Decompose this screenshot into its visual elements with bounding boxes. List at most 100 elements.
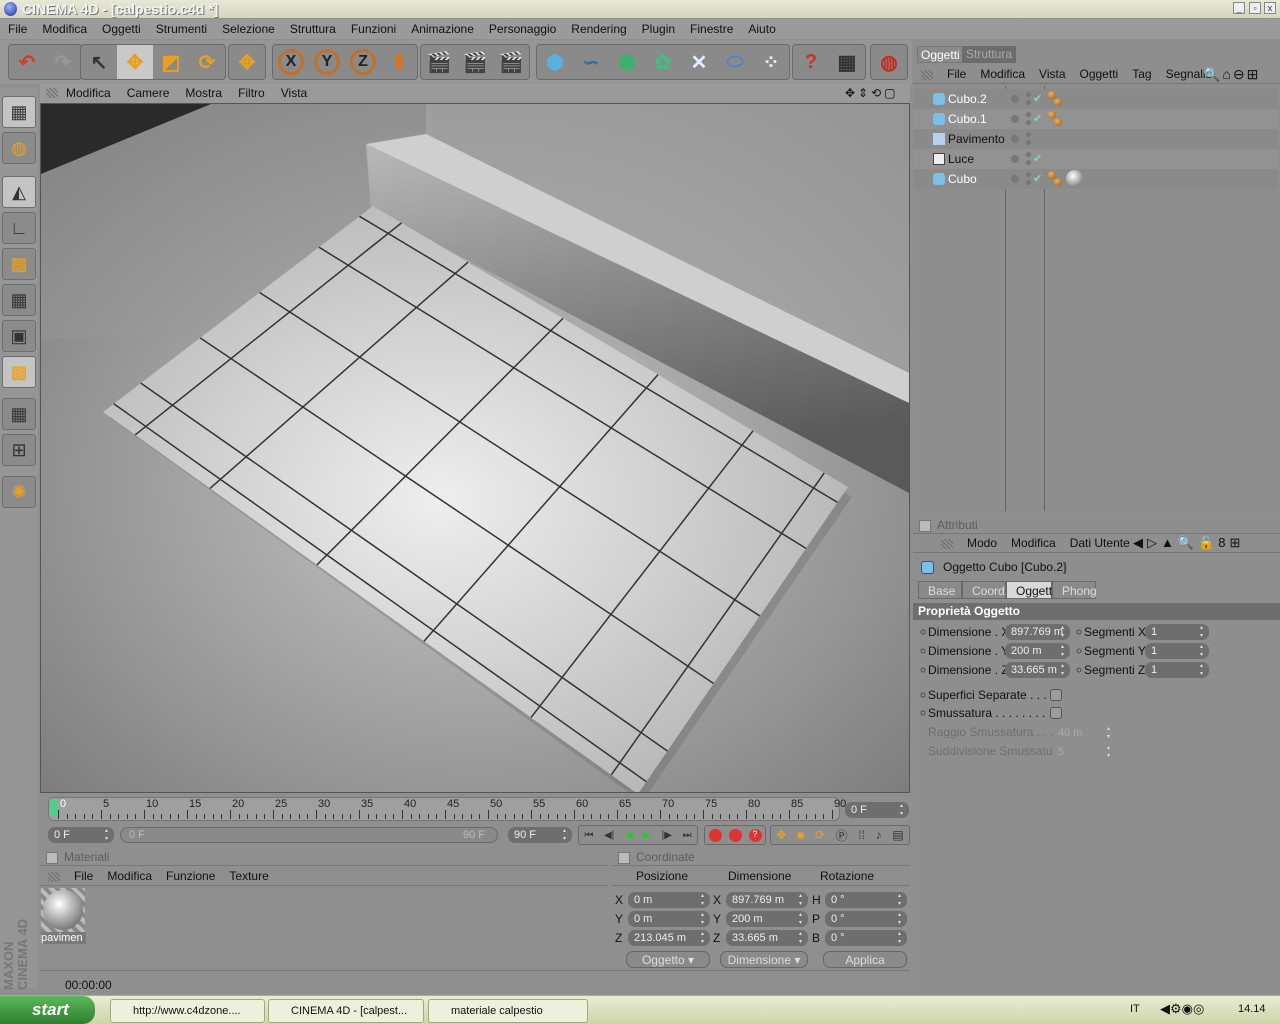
coord-pos-field[interactable]: 0 m <box>628 892 710 908</box>
z-axis-button[interactable]: Z <box>345 45 381 79</box>
editor-visibility-dot[interactable] <box>1011 175 1019 183</box>
workplane-button[interactable]: ⊞ <box>2 434 36 466</box>
object-name[interactable]: Luce <box>948 149 974 169</box>
material-tag-icon[interactable] <box>1066 170 1083 187</box>
menu-file[interactable]: File <box>8 19 27 39</box>
objects-tool-icons[interactable]: 🔍⌂⊖⊞ <box>1203 66 1260 83</box>
object-row[interactable]: Luce ✔ <box>913 149 1278 169</box>
help-button[interactable]: ? <box>793 45 829 79</box>
coord-pos-field[interactable]: 213.045 m <box>628 930 710 946</box>
menu-aiuto[interactable]: Aiuto <box>748 19 775 39</box>
go-start-icon[interactable]: ⏮ <box>584 830 593 841</box>
timeline-window-icon[interactable]: ▤ <box>892 828 903 842</box>
task-cinema4d[interactable]: CINEMA 4D - [calpest... <box>268 999 424 1023</box>
model-mode-button[interactable]: ◭ <box>2 176 36 208</box>
points-key-icon[interactable]: ⁞⁞ <box>858 828 865 842</box>
x-axis-button[interactable]: X <box>273 45 309 79</box>
web-button[interactable]: ◍ <box>871 45 907 79</box>
coord-rot-field[interactable]: 0 ° <box>825 930 907 946</box>
close-button[interactable]: x <box>1264 2 1276 14</box>
end-frame-field[interactable]: 90 F <box>508 827 572 843</box>
size-field[interactable]: 33.665 m <box>1005 662 1070 678</box>
viewport-3d[interactable] <box>40 103 910 793</box>
menu-rendering[interactable]: Rendering <box>571 19 626 39</box>
minimize-button[interactable]: _ <box>1233 2 1245 14</box>
render-settings-button[interactable]: 🎬 <box>493 45 529 79</box>
coord-rot-field[interactable]: 0 ° <box>825 892 907 908</box>
segments-field[interactable]: 1 <box>1145 662 1209 678</box>
coord-rot-field[interactable]: 0 ° <box>825 911 907 927</box>
texture-mode-button[interactable]: ▦ <box>2 398 36 430</box>
objmenu-modifica[interactable]: Modifica <box>980 65 1025 83</box>
object-row[interactable]: Cubo ✔ <box>913 169 1278 189</box>
globe-button[interactable]: ◍ <box>2 132 36 164</box>
render-visibility-dot[interactable] <box>1026 160 1031 165</box>
object-row[interactable]: Pavimento <box>913 129 1278 149</box>
object-row[interactable]: Cubo.2 ✔ <box>913 89 1278 109</box>
objmenu-oggetti[interactable]: Oggetti <box>1080 65 1119 83</box>
start-button[interactable]: start <box>0 996 95 1024</box>
objmenu-tag[interactable]: Tag <box>1132 65 1151 83</box>
menu-plugin[interactable]: Plugin <box>642 19 675 39</box>
maximize-button[interactable]: ▫ <box>1249 2 1261 14</box>
render-visibility-dot[interactable] <box>1026 100 1031 105</box>
param-key-icon[interactable]: Ⓟ <box>836 827 848 844</box>
attmenu-modo[interactable]: Modo <box>967 534 997 552</box>
segments-field[interactable]: 1 <box>1145 643 1209 659</box>
go-end-icon[interactable]: ⏭ <box>683 830 692 841</box>
viewport-menu-vista[interactable]: Vista <box>281 84 307 103</box>
attributes-tool-icons[interactable]: ◀▷▲🔍🔓8⊞ <box>1133 535 1244 551</box>
layout-button[interactable]: ▦ <box>2 96 36 128</box>
viewport-menu-modifica[interactable]: Modifica <box>66 84 111 103</box>
coord-dim-field[interactable]: 200 m <box>726 911 808 927</box>
rotate-button[interactable]: ⟳ <box>189 45 225 79</box>
frame-range-slider[interactable]: 0 F 90 F <box>120 827 498 843</box>
cube-button[interactable]: ⬢ <box>537 45 573 79</box>
render-visibility-dot[interactable] <box>1026 152 1031 157</box>
nurbs-button[interactable]: ⬢ <box>609 45 645 79</box>
tab-coord[interactable]: Coord. <box>962 581 1008 599</box>
texture-tag-icon[interactable] <box>1054 98 1062 106</box>
undo-button[interactable]: ↶ <box>9 45 45 79</box>
object-name[interactable]: Cubo <box>948 169 977 189</box>
fillet-checkbox[interactable] <box>1050 707 1062 719</box>
table-button[interactable]: ▦ <box>829 45 865 79</box>
current-frame-field[interactable]: 0 F <box>845 802 909 818</box>
record-icon[interactable] <box>708 828 722 842</box>
menu-oggetti[interactable]: Oggetti <box>102 19 141 39</box>
sound-icon[interactable]: ♪ <box>876 828 882 842</box>
start-frame-field[interactable]: 0 F <box>48 827 114 843</box>
object-name[interactable]: Pavimento <box>948 129 1005 149</box>
edges-mode-button[interactable]: ▦ <box>2 284 36 316</box>
size-field[interactable]: 897.769 m <box>1005 624 1070 640</box>
enabled-check-icon[interactable]: ✔ <box>1033 109 1042 129</box>
render-visibility-dot[interactable] <box>1026 132 1031 137</box>
enabled-check-icon[interactable]: ✔ <box>1033 149 1042 169</box>
editor-visibility-dot[interactable] <box>1011 95 1019 103</box>
editor-visibility-dot[interactable] <box>1011 135 1019 143</box>
matmenu-texture[interactable]: Texture <box>229 867 268 885</box>
viewport-nav-icons[interactable]: ✥⇕⟲▢ <box>845 86 899 100</box>
tab-oggetti[interactable]: Oggetti <box>917 46 964 63</box>
coord-mode-dropdown[interactable]: Oggetto ▾ <box>626 951 710 968</box>
task-folder[interactable]: materiale calpestio <box>428 999 588 1023</box>
tab-struttura[interactable]: Struttura <box>962 46 1017 63</box>
enabled-check-icon[interactable]: ✔ <box>1033 89 1042 109</box>
deformer-button[interactable]: ✕ <box>681 45 717 79</box>
menu-selezione[interactable]: Selezione <box>222 19 275 39</box>
tab-oggetto[interactable]: Oggetto <box>1006 581 1059 599</box>
fillet-radius-field[interactable]: 40 m <box>1052 725 1116 741</box>
menu-personaggio[interactable]: Personaggio <box>489 19 556 39</box>
points-mode-button[interactable]: ▩ <box>2 248 36 280</box>
segments-field[interactable]: 1 <box>1145 624 1209 640</box>
tray-icons[interactable]: ◀⚙◉◎ <box>1160 1001 1204 1017</box>
world-coord-button[interactable]: ⬆ <box>381 45 417 79</box>
object-name[interactable]: Cubo.1 <box>948 109 987 129</box>
render-picture-button[interactable]: 🎬 <box>457 45 493 79</box>
coord-pos-field[interactable]: 0 m <box>628 911 710 927</box>
render-view-button[interactable]: 🎬 <box>421 45 457 79</box>
texture-tag-icon[interactable] <box>1054 118 1062 126</box>
menu-finestre[interactable]: Finestre <box>690 19 733 39</box>
attmenu-dati-utente[interactable]: Dati Utente <box>1070 534 1130 552</box>
enabled-check-icon[interactable]: ✔ <box>1033 169 1042 189</box>
